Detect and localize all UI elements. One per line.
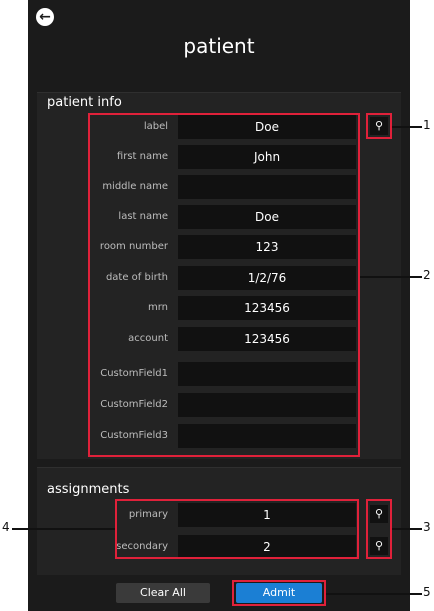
callout-line bbox=[360, 276, 422, 278]
admit-highlight-box bbox=[232, 580, 326, 606]
lookup-highlight-box bbox=[366, 113, 392, 139]
callout-line bbox=[12, 528, 115, 530]
patient-info-title: patient info bbox=[47, 95, 122, 110]
assignments-title: assignments bbox=[47, 482, 130, 497]
callout-line bbox=[326, 593, 422, 595]
clear-all-button[interactable]: Clear All bbox=[116, 583, 210, 603]
assignment-lookup-highlight-box bbox=[366, 499, 392, 559]
assignments-highlight-box bbox=[115, 499, 359, 559]
callout-label: 4 bbox=[2, 520, 10, 534]
callout-label: 5 bbox=[423, 585, 431, 599]
back-arrow-icon[interactable]: ← bbox=[36, 8, 54, 26]
callout-label: 1 bbox=[423, 118, 431, 132]
fields-highlight-box bbox=[88, 113, 360, 457]
callout-line bbox=[392, 528, 422, 530]
page-title: patient bbox=[183, 34, 255, 58]
callout-label: 2 bbox=[423, 268, 431, 282]
callout-label: 3 bbox=[423, 520, 431, 534]
callout-line bbox=[392, 126, 422, 128]
